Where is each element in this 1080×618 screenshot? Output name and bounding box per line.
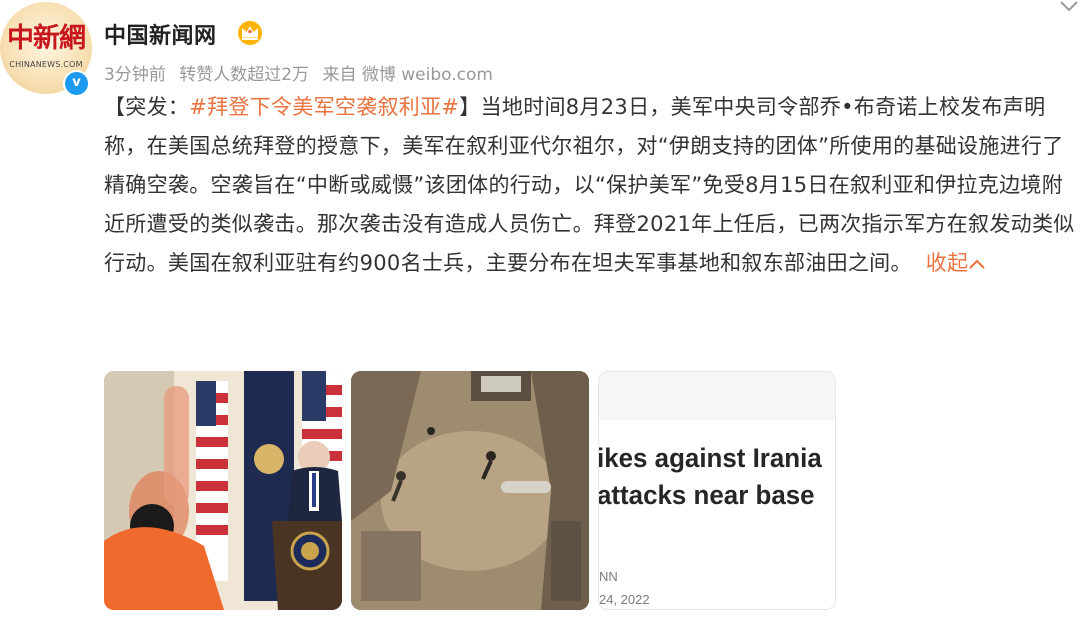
collapse-label: 收起 <box>925 251 969 275</box>
press-conference-photo-icon <box>104 371 342 610</box>
article-headline: ikes against Irania attacks near base <box>598 443 822 510</box>
chevron-down-icon[interactable] <box>1058 0 1080 14</box>
post-prefix: 【突发： <box>104 95 190 119</box>
image-thumbnail-2[interactable] <box>351 371 589 610</box>
post-body: 【突发：#拜登下令美军空袭叙利亚#】当地时间8月23日，美军中央司令部乔•布奇诺… <box>104 88 1080 283</box>
image-thumbnail-3[interactable]: ikes against Irania attacks near base NN… <box>598 371 836 610</box>
post-meta: 3分钟前 转赞人数超过2万 来自 微博 weibo.com <box>104 60 501 85</box>
avatar-site-text: CHINANEWS.COM <box>9 60 83 69</box>
image-thumbnail-1[interactable] <box>104 371 342 610</box>
article-date: 24, 2022 <box>599 592 650 607</box>
article-source: NN <box>599 569 618 584</box>
topic-link[interactable]: #拜登下令美军空袭叙利亚# <box>189 95 459 119</box>
verified-badge-icon: v <box>63 70 90 97</box>
collapse-button[interactable]: 收起 <box>926 251 987 275</box>
avatar-logo-text: 中新網 <box>7 23 86 54</box>
account-name[interactable]: 中国新闻网 <box>104 18 217 50</box>
aerial-strike-site-photo-icon <box>351 371 589 610</box>
repost-count-text: 转赞人数超过2万 <box>179 65 310 85</box>
post-body-text: 】当地时间8月23日，美军中央司令部乔•布奇诺上校发布声明称，在美国总统拜登的授… <box>104 95 1075 275</box>
chevron-up-icon <box>969 259 986 269</box>
article-header-band <box>599 372 835 420</box>
post-source: 来自 微博 weibo.com <box>322 65 493 85</box>
post-time[interactable]: 3分钟前 <box>104 65 166 85</box>
crown-icon <box>238 21 262 45</box>
